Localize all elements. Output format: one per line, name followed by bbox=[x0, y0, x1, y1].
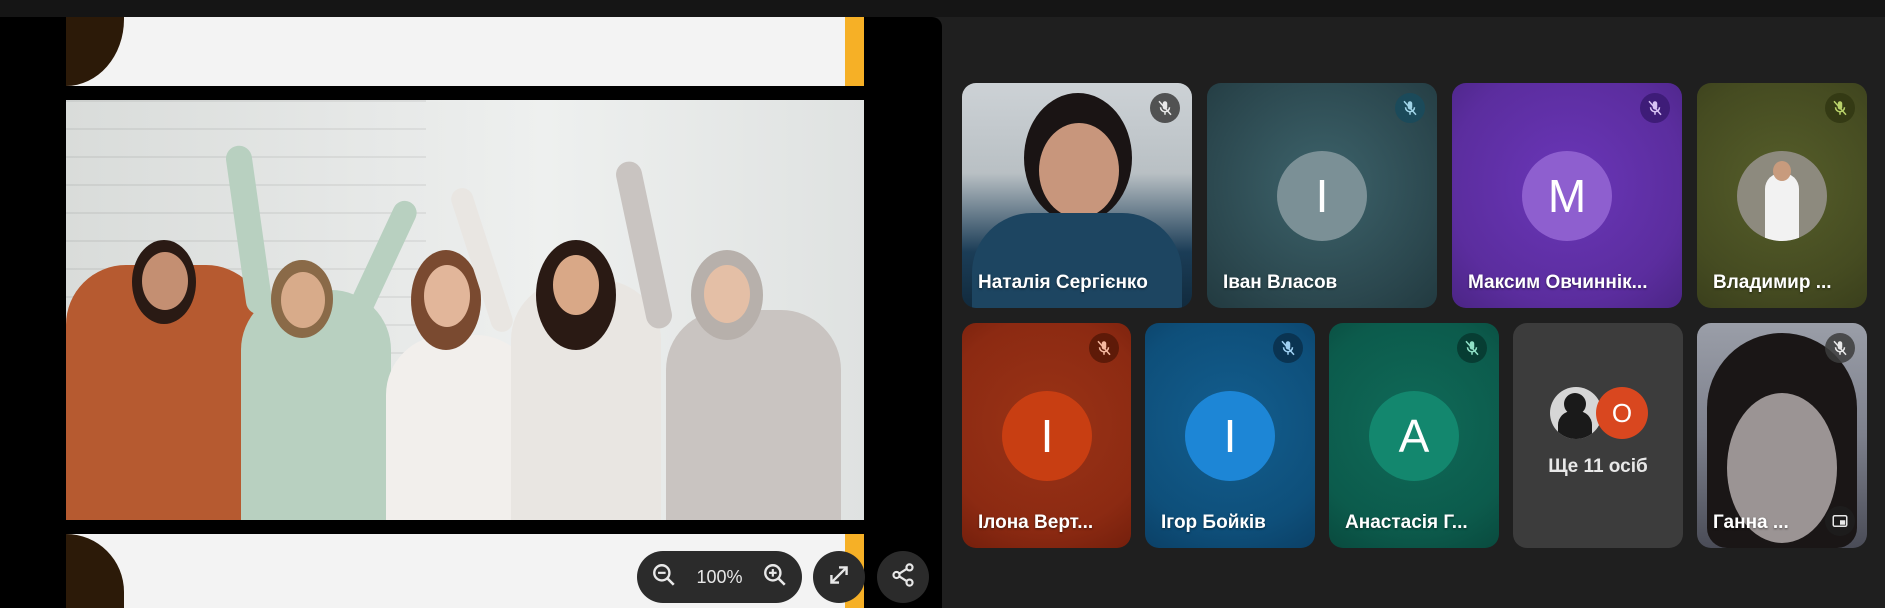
fullscreen-button[interactable] bbox=[813, 551, 865, 603]
share-icon bbox=[890, 562, 916, 593]
avatar bbox=[1550, 387, 1602, 439]
mic-off-icon bbox=[1273, 333, 1303, 363]
participant-name: Ганна ... bbox=[1713, 512, 1789, 533]
participant-tile[interactable]: М Максим Овчиннік... bbox=[1452, 83, 1682, 308]
avatar: М bbox=[1522, 151, 1612, 241]
more-participants-label: Ще 11 осіб bbox=[1548, 456, 1648, 477]
slide-photo bbox=[66, 100, 864, 520]
avatar: А bbox=[1369, 391, 1459, 481]
participant-tile[interactable]: Ганна ... bbox=[1697, 323, 1867, 548]
person-figure bbox=[666, 310, 841, 520]
avatar: І bbox=[1002, 391, 1092, 481]
avatar: О bbox=[1596, 387, 1648, 439]
participant-tile[interactable]: А Анастасія Г... bbox=[1329, 323, 1499, 548]
more-participants-tile[interactable]: О Ще 11 осіб bbox=[1513, 323, 1683, 548]
presentation-area[interactable] bbox=[0, 17, 942, 608]
participant-tile[interactable]: І Ілона Верт... bbox=[962, 323, 1131, 548]
mic-off-icon bbox=[1089, 333, 1119, 363]
slide-decoration-brown bbox=[66, 534, 124, 608]
zoom-in-icon[interactable] bbox=[762, 562, 788, 593]
mic-off-icon bbox=[1640, 93, 1670, 123]
mic-off-icon bbox=[1457, 333, 1487, 363]
mic-off-icon bbox=[1825, 333, 1855, 363]
participant-tile[interactable]: Наталія Сергієнко bbox=[962, 83, 1192, 308]
top-strip bbox=[0, 0, 1885, 17]
avatar: І bbox=[1185, 391, 1275, 481]
participant-tile[interactable]: І Іван Власов bbox=[1207, 83, 1437, 308]
zoom-out-icon[interactable] bbox=[651, 562, 677, 593]
participant-name: Наталія Сергієнко bbox=[978, 272, 1148, 293]
expand-icon bbox=[826, 562, 852, 593]
zoom-controls: 100% bbox=[637, 551, 802, 603]
participant-name: Анастасія Г... bbox=[1345, 512, 1468, 533]
mic-off-icon bbox=[1395, 93, 1425, 123]
participant-tile[interactable]: І Ігор Бойків bbox=[1145, 323, 1315, 548]
zoom-level: 100% bbox=[696, 566, 743, 587]
mic-off-icon bbox=[1825, 93, 1855, 123]
slide-decoration-brown bbox=[66, 17, 124, 86]
share-button[interactable] bbox=[877, 551, 929, 603]
slide-decoration-orange bbox=[845, 17, 864, 86]
slide-previous bbox=[66, 17, 864, 86]
avatar: І bbox=[1277, 151, 1367, 241]
participant-name: Ігор Бойків bbox=[1161, 512, 1266, 533]
participant-name: Максим Овчиннік... bbox=[1468, 272, 1648, 293]
avatar bbox=[1737, 151, 1827, 241]
participant-name: Владимир ... bbox=[1713, 272, 1832, 293]
mic-off-icon bbox=[1150, 93, 1180, 123]
participant-tile[interactable]: Владимир ... bbox=[1697, 83, 1867, 308]
meeting-stage: 100% Наталія Сергієнко І Іван Власов М М… bbox=[0, 0, 1885, 608]
picture-in-picture-icon[interactable] bbox=[1825, 506, 1855, 536]
participant-name: Ілона Верт... bbox=[978, 512, 1094, 533]
participant-name: Іван Власов bbox=[1223, 272, 1338, 293]
